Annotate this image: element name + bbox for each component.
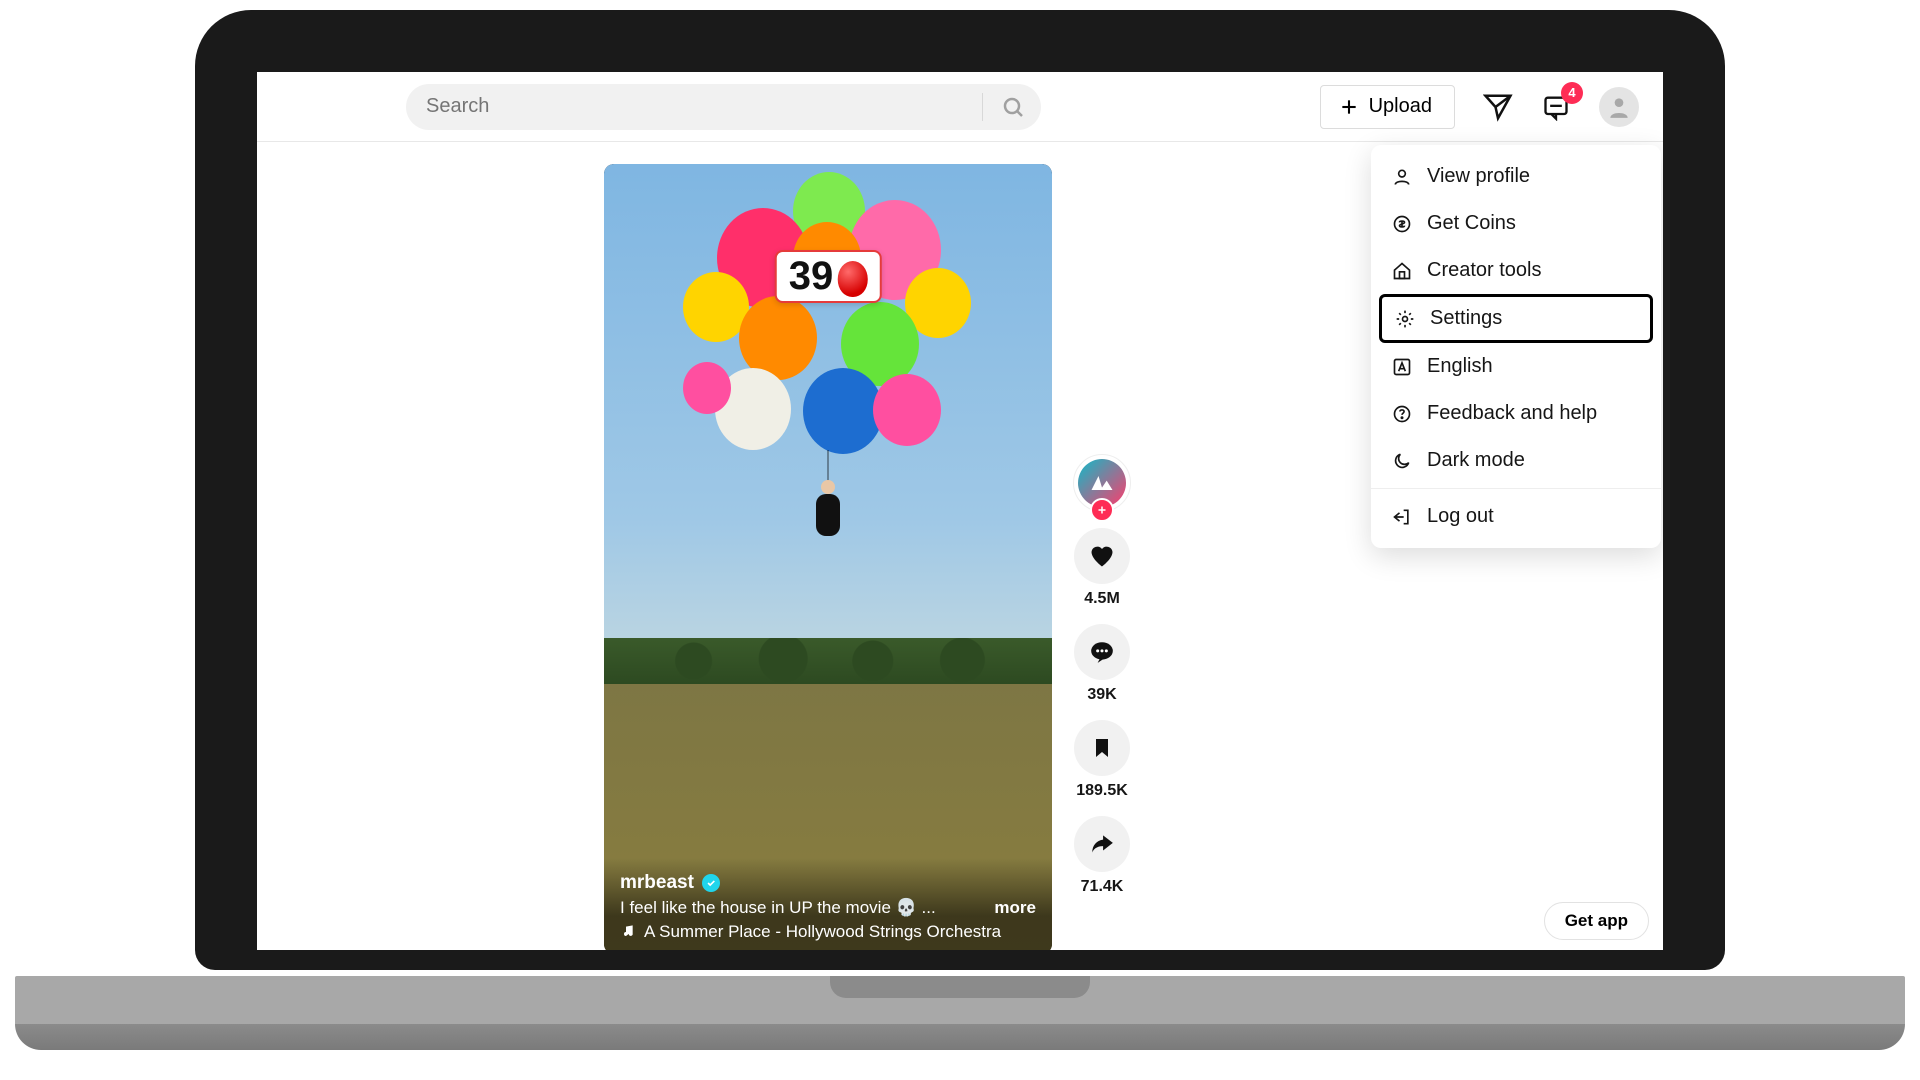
caption-row: I feel like the house in UP the movie 💀 … <box>620 898 1036 918</box>
menu-creator-tools[interactable]: Creator tools <box>1371 247 1661 294</box>
menu-settings[interactable]: Settings <box>1379 294 1653 343</box>
action-rail: 4.5M 39K 189.5K <box>1067 454 1137 896</box>
menu-view-profile[interactable]: View profile <box>1371 153 1661 200</box>
menu-label: Settings <box>1430 307 1502 330</box>
search-icon <box>1001 95 1025 119</box>
logout-icon <box>1391 506 1413 528</box>
menu-label: Feedback and help <box>1427 402 1597 425</box>
menu-separator <box>1371 488 1661 489</box>
overlay-count-text: 39 <box>789 254 834 299</box>
content-area: 39 mrbeast <box>257 142 1663 950</box>
music-note-icon <box>620 924 636 940</box>
menu-dark-mode[interactable]: Dark mode <box>1371 437 1661 484</box>
overlay-balloon-count: 39 <box>775 250 882 303</box>
laptop-base <box>15 976 1905 1050</box>
caption-more-link[interactable]: more <box>994 898 1036 918</box>
inbox-badge: 4 <box>1561 82 1583 104</box>
menu-label: Dark mode <box>1427 449 1525 472</box>
comment-icon <box>1089 639 1115 665</box>
profile-dropdown: View profile Get Coins Creator tools <box>1371 145 1661 548</box>
menu-label: Creator tools <box>1427 259 1542 282</box>
search-button[interactable] <box>991 85 1035 129</box>
menu-log-out[interactable]: Log out <box>1371 493 1661 540</box>
top-bar: Upload 4 <box>257 72 1663 142</box>
search-input[interactable] <box>426 95 974 118</box>
author-row[interactable]: mrbeast <box>620 872 1036 894</box>
menu-get-coins[interactable]: Get Coins <box>1371 200 1661 247</box>
scene: Upload 4 <box>0 0 1920 1080</box>
bookmark-item: 189.5K <box>1074 720 1130 800</box>
menu-label: Log out <box>1427 505 1494 528</box>
comment-count: 39K <box>1087 686 1116 704</box>
share-button[interactable] <box>1074 816 1130 872</box>
laptop-mockup: Upload 4 <box>195 10 1725 1050</box>
messages-button[interactable] <box>1483 92 1513 122</box>
share-icon <box>1089 831 1115 857</box>
follow-button[interactable] <box>1090 498 1114 522</box>
upload-label: Upload <box>1369 95 1432 118</box>
home-icon <box>1391 260 1413 282</box>
plus-icon <box>1096 504 1108 516</box>
bookmark-button[interactable] <box>1074 720 1130 776</box>
laptop-frame: Upload 4 <box>195 10 1725 970</box>
balloon-icon <box>837 261 867 297</box>
app-window: Upload 4 <box>257 72 1663 950</box>
get-app-label: Get app <box>1565 911 1628 931</box>
like-item: 4.5M <box>1074 528 1130 608</box>
laptop-notch <box>830 976 1090 998</box>
comment-item: 39K <box>1074 624 1130 704</box>
language-icon <box>1391 356 1413 378</box>
inbox-button[interactable]: 4 <box>1541 92 1571 122</box>
bookmark-count: 189.5K <box>1076 782 1128 800</box>
menu-language[interactable]: English <box>1371 343 1661 390</box>
video-player[interactable]: 39 mrbeast <box>604 164 1052 950</box>
like-count: 4.5M <box>1084 590 1120 608</box>
search-divider <box>982 93 983 121</box>
author-username: mrbeast <box>620 872 694 894</box>
upload-button[interactable]: Upload <box>1320 85 1455 129</box>
profile-avatar[interactable] <box>1599 87 1639 127</box>
video-treeline <box>604 638 1052 684</box>
top-right-actions: Upload 4 <box>1320 85 1639 129</box>
comment-button[interactable] <box>1074 624 1130 680</box>
menu-feedback[interactable]: Feedback and help <box>1371 390 1661 437</box>
user-icon <box>1606 94 1632 120</box>
video-meta: mrbeast I feel like the house in UP the … <box>604 858 1052 950</box>
menu-label: View profile <box>1427 165 1530 188</box>
user-icon <box>1391 166 1413 188</box>
gear-icon <box>1394 308 1416 330</box>
music-text: A Summer Place - Hollywood Strings Orche… <box>644 922 1001 942</box>
send-icon <box>1483 92 1513 122</box>
bookmark-icon <box>1090 736 1114 760</box>
person-figure <box>813 482 843 546</box>
like-button[interactable] <box>1074 528 1130 584</box>
verified-badge-icon <box>702 874 720 892</box>
help-icon <box>1391 403 1413 425</box>
moon-icon <box>1391 450 1413 472</box>
coin-icon <box>1391 213 1413 235</box>
get-app-button[interactable]: Get app <box>1544 902 1649 940</box>
share-count: 71.4K <box>1081 878 1124 896</box>
search-bar[interactable] <box>406 84 1041 130</box>
music-row[interactable]: A Summer Place - Hollywood Strings Orche… <box>620 922 1036 942</box>
caption-text: I feel like the house in UP the movie 💀 … <box>620 898 936 918</box>
balloons-cluster <box>673 172 983 482</box>
menu-label: Get Coins <box>1427 212 1516 235</box>
share-item: 71.4K <box>1074 816 1130 896</box>
menu-label: English <box>1427 355 1493 378</box>
plus-icon <box>1339 97 1359 117</box>
heart-icon <box>1088 542 1116 570</box>
creator-avatar[interactable] <box>1073 454 1131 512</box>
